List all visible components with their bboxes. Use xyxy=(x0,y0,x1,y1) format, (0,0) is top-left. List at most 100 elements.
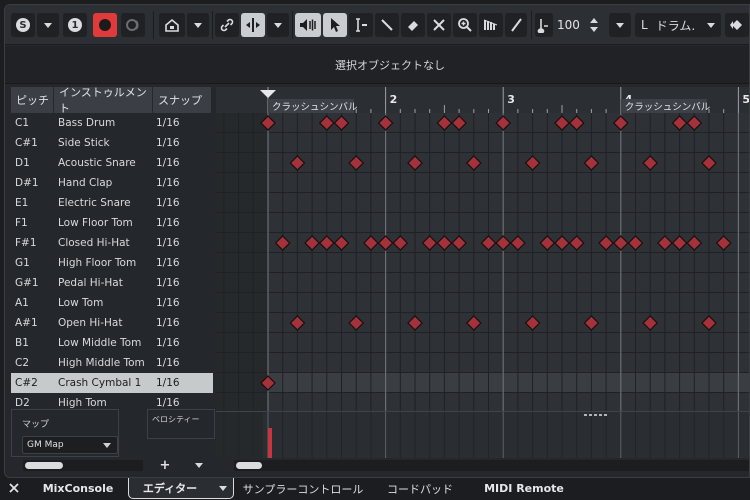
drum-lane-row[interactable]: C#2 Crash Cymbal 1 1/16 xyxy=(11,373,213,393)
lane-snap: 1/16 xyxy=(156,177,180,189)
velocity-background xyxy=(216,412,749,459)
monitor-button[interactable] xyxy=(121,13,145,37)
layout-dropdown[interactable] xyxy=(187,13,209,37)
erase-tool[interactable] xyxy=(401,13,425,37)
snap-toggle-button[interactable] xyxy=(725,13,749,37)
velocity-value[interactable]: 100 xyxy=(557,13,587,37)
drum-lane-row[interactable]: C#1 Side Stick 1/16 xyxy=(11,133,213,153)
lane-pitch: A#1 xyxy=(15,317,38,329)
velocity-dropdown[interactable] xyxy=(609,13,631,37)
lane-pitch: G1 xyxy=(15,257,30,269)
ruler-bar-number: 3 xyxy=(507,93,515,106)
solo-dropdown[interactable] xyxy=(37,13,59,37)
lane-instrument: High Middle Tom xyxy=(58,357,145,369)
drum-lane-row[interactable]: A#1 Open Hi-Hat 1/16 xyxy=(11,313,213,333)
zoom-tool[interactable] xyxy=(453,13,477,37)
drum-lane-row[interactable]: C2 High Middle Tom 1/16 xyxy=(11,353,213,373)
drum-list-hscroll-thumb[interactable] xyxy=(25,462,63,469)
quantize-length-select[interactable]: L ドラム. xyxy=(635,13,721,37)
lane-pitch: F1 xyxy=(15,217,28,229)
close-lower-zone-button[interactable] xyxy=(6,480,22,496)
record-button[interactable] xyxy=(93,13,117,37)
toolbar: S 1 100 L ドラム. xyxy=(5,5,749,45)
lane-pitch: B1 xyxy=(15,337,29,349)
drum-list: C1 Bass Drum 1/16 C#1 Side Stick 1/16 D1 Acoust… xyxy=(11,113,213,413)
ruler[interactable]: 2345クラッシュシンバルクラッシュシンバル xyxy=(216,87,750,113)
lane-snap: 1/16 xyxy=(156,357,180,369)
range-select-icon xyxy=(356,18,367,32)
separator xyxy=(212,11,213,39)
drum-lane-row[interactable]: G1 High Floor Tom 1/16 xyxy=(11,253,213,273)
drum-list-footer: + xyxy=(11,458,217,473)
drum-lane-row[interactable]: A1 Low Tom 1/16 xyxy=(11,293,213,313)
tab-sampler-control[interactable]: サンプラーコントロール xyxy=(240,478,366,499)
lane-instrument: Low Floor Tom xyxy=(58,217,133,229)
object-select-tool[interactable] xyxy=(323,13,347,37)
lane-snap: 1/16 xyxy=(156,117,180,129)
lane-pitch: D1 xyxy=(15,157,30,169)
velocity-stepper[interactable] xyxy=(587,13,601,37)
chevron-down-icon xyxy=(707,23,715,28)
velocity-icon-button[interactable] xyxy=(535,13,553,37)
drum-lane-row[interactable]: D1 Acoustic Snare 1/16 xyxy=(11,153,213,173)
ruler-bar-number: 5 xyxy=(742,93,750,106)
lane-instrument: Crash Cymbal 1 xyxy=(58,377,142,389)
velocity-lane-selector[interactable]: ベロシティー xyxy=(147,409,215,439)
plus-icon: + xyxy=(159,458,171,473)
velocity-lane[interactable] xyxy=(216,411,749,459)
drum-lane-row[interactable]: C1 Bass Drum 1/16 xyxy=(11,113,213,133)
drum-list-hscroll[interactable] xyxy=(23,460,143,471)
chevron-down-icon xyxy=(194,22,202,28)
acoustic-feedback-button[interactable] xyxy=(295,13,321,37)
range-select-tool[interactable] xyxy=(349,13,373,37)
lane-instrument: Electric Snare xyxy=(58,197,131,209)
lane-options-dropdown[interactable] xyxy=(187,458,211,473)
auto-scroll-dropdown[interactable] xyxy=(267,13,289,37)
drum-lane-row[interactable]: E1 Electric Snare 1/16 xyxy=(11,193,213,213)
tab-editor[interactable]: エディター xyxy=(128,478,234,499)
map-select[interactable]: GM Map xyxy=(22,436,118,454)
solo-icon: S xyxy=(16,18,30,32)
lane-instrument: Pedal Hi-Hat xyxy=(58,277,123,289)
lane-instrument: High Tom xyxy=(58,397,107,409)
track-number-button[interactable]: 1 xyxy=(63,13,87,37)
draw-tool[interactable] xyxy=(375,13,399,37)
eraser-icon xyxy=(408,21,418,31)
lane-instrument: High Floor Tom xyxy=(58,257,137,269)
grid-hscroll[interactable] xyxy=(234,460,749,471)
drum-lane-row[interactable]: B1 Low Middle Tom 1/16 xyxy=(11,333,213,353)
lane-pitch: C2 xyxy=(15,357,30,369)
grid-hscroll-thumb[interactable] xyxy=(236,462,262,469)
drum-lane-row[interactable]: G#1 Pedal Hi-Hat 1/16 xyxy=(11,273,213,293)
lane-snap: 1/16 xyxy=(156,277,180,289)
tab-mixconsole[interactable]: MixConsole xyxy=(28,478,128,499)
lane-snap: 1/16 xyxy=(156,337,180,349)
grid-footer xyxy=(216,458,749,473)
lane-pitch: F#1 xyxy=(15,237,37,249)
window-layout-button[interactable] xyxy=(159,13,185,37)
mute-tool[interactable] xyxy=(427,13,451,37)
tab-chord-pads[interactable]: コードパッド xyxy=(376,478,464,499)
drum-lane-row[interactable]: F#1 Closed Hi-Hat 1/16 xyxy=(11,233,213,253)
lane-instrument: Low Middle Tom xyxy=(58,337,142,349)
velocity-lane-svg xyxy=(216,412,749,459)
line-tool[interactable] xyxy=(479,13,503,37)
lane-instrument: Open Hi-Hat xyxy=(58,317,123,329)
tab-midi-remote[interactable]: MIDI Remote xyxy=(472,478,576,499)
drum-grid[interactable] xyxy=(216,113,749,413)
drumstick-tool[interactable] xyxy=(505,13,527,37)
header-snap[interactable]: スナップ xyxy=(153,87,212,113)
solo-button[interactable]: S xyxy=(11,13,35,37)
add-lane-button[interactable]: + xyxy=(151,458,179,473)
map-label: マップ xyxy=(22,420,50,430)
drum-lane-row[interactable]: D#1 Hand Clap 1/16 xyxy=(11,173,213,193)
separator xyxy=(153,11,154,39)
header-pitch[interactable]: ピッチ xyxy=(11,87,54,113)
header-instrument[interactable]: インストゥルメント xyxy=(54,86,153,115)
selected-lane-highlight xyxy=(268,373,749,393)
auto-scroll-button[interactable] xyxy=(241,13,265,37)
chevron-down-icon xyxy=(219,486,227,491)
drum-lane-row[interactable]: F1 Low Floor Tom 1/16 xyxy=(11,213,213,233)
link-button[interactable] xyxy=(215,13,239,37)
monitor-icon xyxy=(126,19,139,31)
